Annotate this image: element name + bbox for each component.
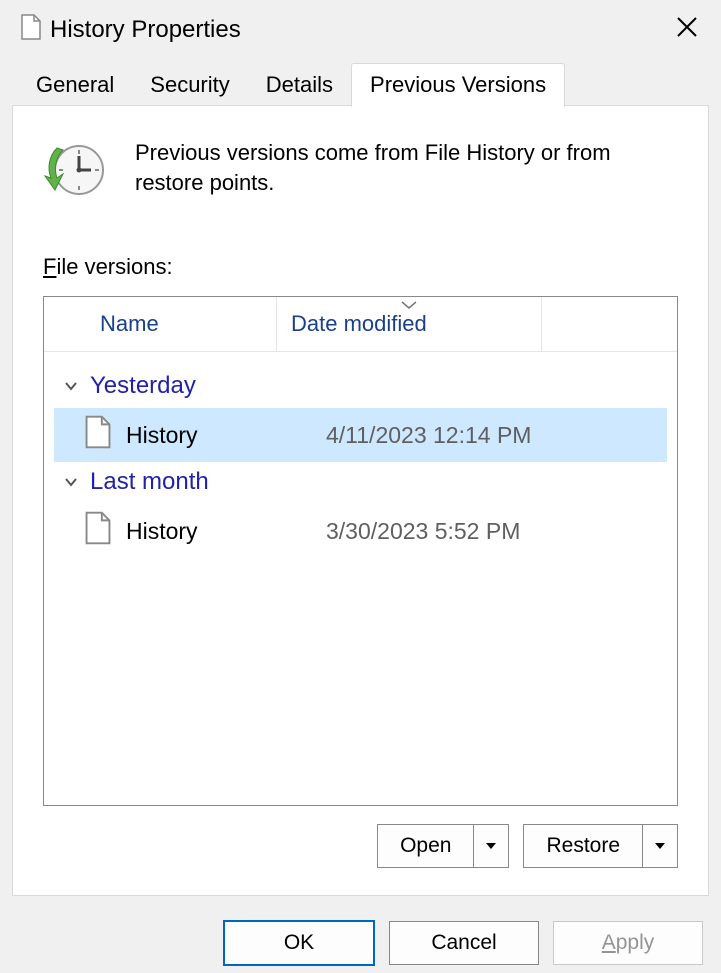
column-name[interactable]: Name	[44, 297, 277, 351]
ok-button[interactable]: OK	[223, 920, 375, 966]
file-icon	[20, 14, 42, 46]
version-row[interactable]: History4/11/2023 12:14 PM	[54, 408, 667, 462]
titlebar: History Properties	[0, 0, 721, 60]
chevron-down-icon	[64, 475, 78, 489]
version-row[interactable]: History3/30/2023 5:52 PM	[54, 504, 667, 558]
window-title: History Properties	[50, 16, 667, 44]
group-header[interactable]: Last month	[44, 462, 677, 504]
version-name: History	[126, 518, 326, 545]
history-clock-icon	[43, 136, 107, 206]
version-date: 3/30/2023 5:52 PM	[326, 518, 520, 545]
group-title: Last month	[90, 468, 209, 496]
sort-caret-icon	[401, 296, 417, 314]
tab-details[interactable]: Details	[248, 64, 351, 106]
dialog-buttons: OK Cancel Apply	[0, 913, 721, 973]
group-title: Yesterday	[90, 372, 196, 400]
restore-button[interactable]: Restore	[524, 825, 642, 867]
tab-previous-versions[interactable]: Previous Versions	[351, 63, 565, 107]
intro-row: Previous versions come from File History…	[43, 136, 678, 206]
chevron-down-icon	[64, 379, 78, 393]
file-icon	[84, 415, 112, 455]
file-icon	[84, 511, 112, 551]
list-actions: Open Restore	[43, 824, 678, 868]
version-name: History	[126, 422, 326, 449]
column-date-modified[interactable]: Date modified	[277, 297, 542, 351]
open-button[interactable]: Open	[378, 825, 473, 867]
tab-security[interactable]: Security	[132, 64, 247, 106]
cancel-button[interactable]: Cancel	[389, 921, 539, 965]
list-body: YesterdayHistory4/11/2023 12:14 PMLast m…	[44, 352, 677, 558]
open-split-button: Open	[377, 824, 509, 868]
open-dropdown[interactable]	[473, 825, 508, 867]
tab-strip: General Security Details Previous Versio…	[0, 60, 721, 106]
previous-versions-panel: Previous versions come from File History…	[12, 106, 709, 896]
close-button[interactable]	[667, 16, 707, 44]
tab-general[interactable]: General	[18, 64, 132, 106]
version-date: 4/11/2023 12:14 PM	[326, 422, 531, 449]
apply-button[interactable]: Apply	[553, 921, 703, 965]
group-header[interactable]: Yesterday	[44, 366, 677, 408]
properties-dialog: History Properties General Security Deta…	[0, 0, 721, 973]
versions-listbox[interactable]: Name Date modified YesterdayHistory4/11/…	[43, 296, 678, 806]
restore-split-button: Restore	[523, 824, 678, 868]
list-header: Name Date modified	[44, 297, 677, 352]
restore-dropdown[interactable]	[642, 825, 677, 867]
file-versions-label: File versions:	[43, 254, 678, 280]
intro-text: Previous versions come from File History…	[135, 138, 678, 199]
